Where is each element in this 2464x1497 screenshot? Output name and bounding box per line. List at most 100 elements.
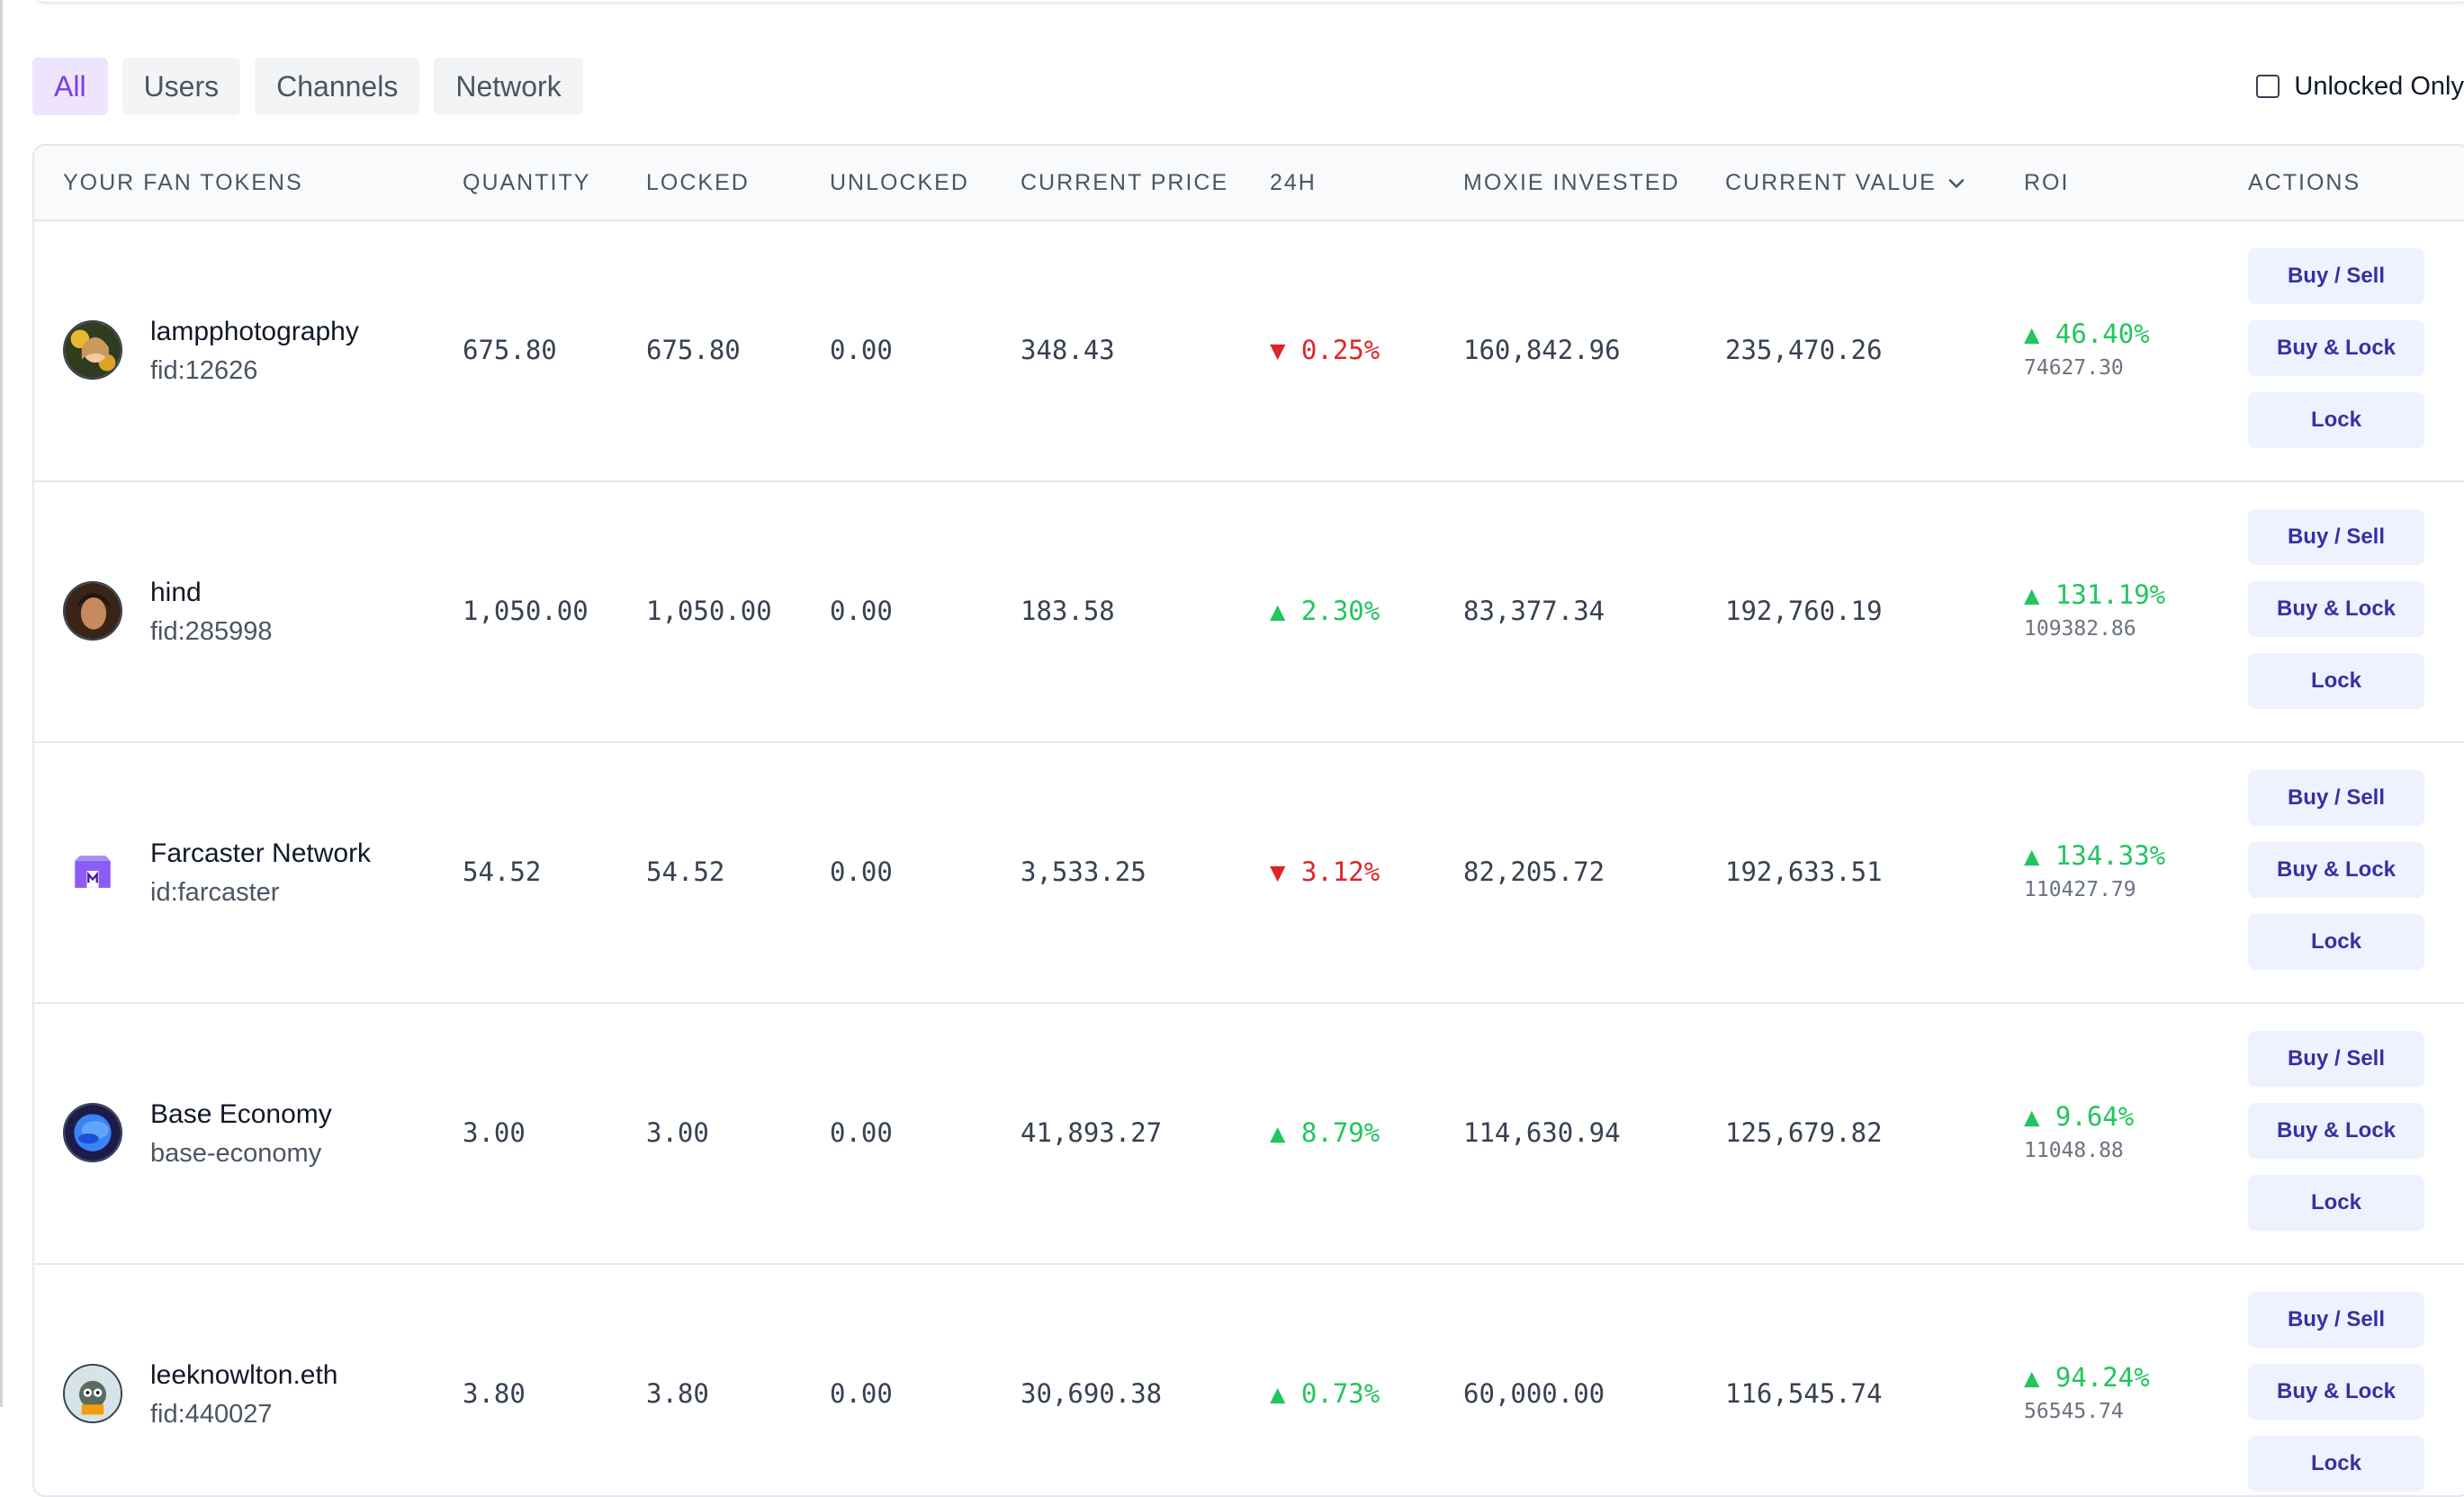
roi-amount: 11048.88 xyxy=(2024,1139,2124,1162)
current-price-value: 30,690.38 xyxy=(1021,1378,1163,1409)
column-header-current-price[interactable]: CURRENT PRICE xyxy=(1021,146,1228,220)
quantity-value: 3.00 xyxy=(463,1117,526,1148)
unlocked-value: 0.00 xyxy=(830,856,893,887)
avatar xyxy=(63,1103,122,1162)
unlocked-value: 0.00 xyxy=(830,1378,893,1409)
locked-value: 675.80 xyxy=(646,335,741,365)
lock-button[interactable]: Lock xyxy=(2248,392,2424,448)
column-header-locked[interactable]: LOCKED xyxy=(646,146,750,220)
tab-all[interactable]: All xyxy=(32,58,108,115)
buy-lock-button[interactable]: Buy & Lock xyxy=(2248,1364,2424,1420)
column-header-unlocked[interactable]: UNLOCKED xyxy=(830,146,969,220)
token-name[interactable]: leeknowlton.eth xyxy=(150,1360,337,1391)
roi-amount: 109382.86 xyxy=(2024,617,2136,641)
token-name[interactable]: lampphotography xyxy=(150,317,359,347)
table-row: leeknowlton.eth fid:440027 3.80 3.80 0.0… xyxy=(34,1263,2464,1495)
roi-amount: 74627.30 xyxy=(2024,356,2124,380)
moxie-invested-value: 83,377.34 xyxy=(1463,596,1605,626)
lock-button[interactable]: Lock xyxy=(2248,653,2424,709)
change-24h-value: ▲ 2.30% xyxy=(1270,596,1380,626)
tab-channels[interactable]: Channels xyxy=(255,58,420,115)
locked-value: 54.52 xyxy=(646,856,725,887)
table-row: Farcaster Network id:farcaster 54.52 54.… xyxy=(34,741,2464,1004)
quantity-value: 54.52 xyxy=(463,856,542,887)
roi-percent: ▲ 9.64% xyxy=(2024,1101,2135,1132)
buy-sell-button[interactable]: Buy / Sell xyxy=(2248,1292,2424,1348)
avatar xyxy=(63,581,122,641)
avatar xyxy=(63,320,122,380)
change-24h-value: ▼ 0.25% xyxy=(1270,335,1380,365)
column-header-moxie-invested[interactable]: MOXIE INVESTED xyxy=(1463,146,1680,220)
current-price-value: 3,533.25 xyxy=(1021,856,1147,887)
column-header-roi[interactable]: ROI xyxy=(2024,146,2069,220)
token-id: fid:440027 xyxy=(150,1400,273,1429)
buy-sell-button[interactable]: Buy / Sell xyxy=(2248,248,2424,304)
buy-sell-button[interactable]: Buy / Sell xyxy=(2248,770,2424,826)
token-id: fid:285998 xyxy=(150,617,273,646)
table-header: YOUR FAN TOKENS QUANTITY LOCKED UNLOCKED… xyxy=(34,146,2464,221)
current-price-value: 348.43 xyxy=(1021,335,1115,365)
roi-percent: ▲ 131.19% xyxy=(2024,579,2166,610)
roi-percent: ▲ 46.40% xyxy=(2024,318,2150,349)
moxie-invested-value: 114,630.94 xyxy=(1463,1117,1621,1148)
moxie-invested-value: 160,842.96 xyxy=(1463,335,1621,365)
current-price-value: 183.58 xyxy=(1021,596,1115,626)
current-value-value: 192,633.51 xyxy=(1725,856,1883,887)
buy-lock-button[interactable]: Buy & Lock xyxy=(2248,581,2424,637)
table-row: hind fid:285998 1,050.00 1,050.00 0.00 1… xyxy=(34,480,2464,743)
locked-value: 3.80 xyxy=(646,1378,709,1409)
column-header-actions: ACTIONS xyxy=(2248,170,2361,195)
buy-sell-button[interactable]: Buy / Sell xyxy=(2248,509,2424,565)
avatar xyxy=(63,1364,122,1423)
tab-network[interactable]: Network xyxy=(434,58,583,115)
chevron-down-icon[interactable] xyxy=(1944,171,1969,196)
locked-value: 3.00 xyxy=(646,1117,709,1148)
lock-button[interactable]: Lock xyxy=(2248,914,2424,970)
roi-percent: ▲ 134.33% xyxy=(2024,840,2166,871)
quantity-value: 675.80 xyxy=(463,335,557,365)
roi-percent: ▲ 94.24% xyxy=(2024,1362,2150,1393)
current-value-value: 192,760.19 xyxy=(1725,596,1883,626)
token-name[interactable]: Farcaster Network xyxy=(150,838,371,869)
unlocked-only-label: Unlocked Only xyxy=(2294,71,2464,101)
current-value-value: 125,679.82 xyxy=(1725,1117,1883,1148)
column-header-24h[interactable]: 24H xyxy=(1270,146,1317,220)
token-id: fid:12626 xyxy=(150,356,258,385)
column-header-token: YOUR FAN TOKENS xyxy=(63,170,303,195)
buy-lock-button[interactable]: Buy & Lock xyxy=(2248,1103,2424,1159)
current-price-value: 41,893.27 xyxy=(1021,1117,1163,1148)
avatar xyxy=(63,842,122,901)
current-value-value: 235,470.26 xyxy=(1725,335,1883,365)
unlocked-only-filter[interactable]: Unlocked Only xyxy=(2256,66,2464,107)
unlocked-only-checkbox[interactable] xyxy=(2256,75,2280,98)
moxie-invested-value: 60,000.00 xyxy=(1463,1378,1605,1409)
locked-value: 1,050.00 xyxy=(646,596,772,626)
column-header-quantity[interactable]: QUANTITY xyxy=(463,146,590,220)
window-left-edge xyxy=(0,0,3,1407)
unlocked-value: 0.00 xyxy=(830,1117,893,1148)
table-row: Base Economy base-economy 3.00 3.00 0.00… xyxy=(34,1002,2464,1265)
buy-lock-button[interactable]: Buy & Lock xyxy=(2248,842,2424,898)
table-row: lampphotography fid:12626 675.80 675.80 … xyxy=(34,220,2464,482)
buy-lock-button[interactable]: Buy & Lock xyxy=(2248,320,2424,376)
lock-button[interactable]: Lock xyxy=(2248,1436,2424,1492)
filter-tabs: All Users Channels Network xyxy=(32,58,583,115)
tab-users[interactable]: Users xyxy=(121,58,241,115)
lock-button[interactable]: Lock xyxy=(2248,1175,2424,1231)
token-name[interactable]: hind xyxy=(150,578,202,608)
token-id: id:farcaster xyxy=(150,878,280,907)
token-name[interactable]: Base Economy xyxy=(150,1099,332,1130)
change-24h-value: ▲ 0.73% xyxy=(1270,1378,1380,1409)
unlocked-value: 0.00 xyxy=(830,335,893,365)
top-card-edge xyxy=(34,0,2464,3)
current-value-value: 116,545.74 xyxy=(1725,1378,1883,1409)
column-header-current-value[interactable]: CURRENT VALUE xyxy=(1725,146,1969,220)
fan-tokens-table: YOUR FAN TOKENS QUANTITY LOCKED UNLOCKED… xyxy=(32,144,2464,1497)
change-24h-value: ▲ 8.79% xyxy=(1270,1117,1380,1148)
roi-amount: 110427.79 xyxy=(2024,878,2136,901)
moxie-invested-value: 82,205.72 xyxy=(1463,856,1605,887)
buy-sell-button[interactable]: Buy / Sell xyxy=(2248,1031,2424,1087)
column-header-current-value-label: CURRENT VALUE xyxy=(1725,170,1937,195)
change-24h-value: ▼ 3.12% xyxy=(1270,856,1380,887)
roi-amount: 56545.74 xyxy=(2024,1400,2124,1423)
